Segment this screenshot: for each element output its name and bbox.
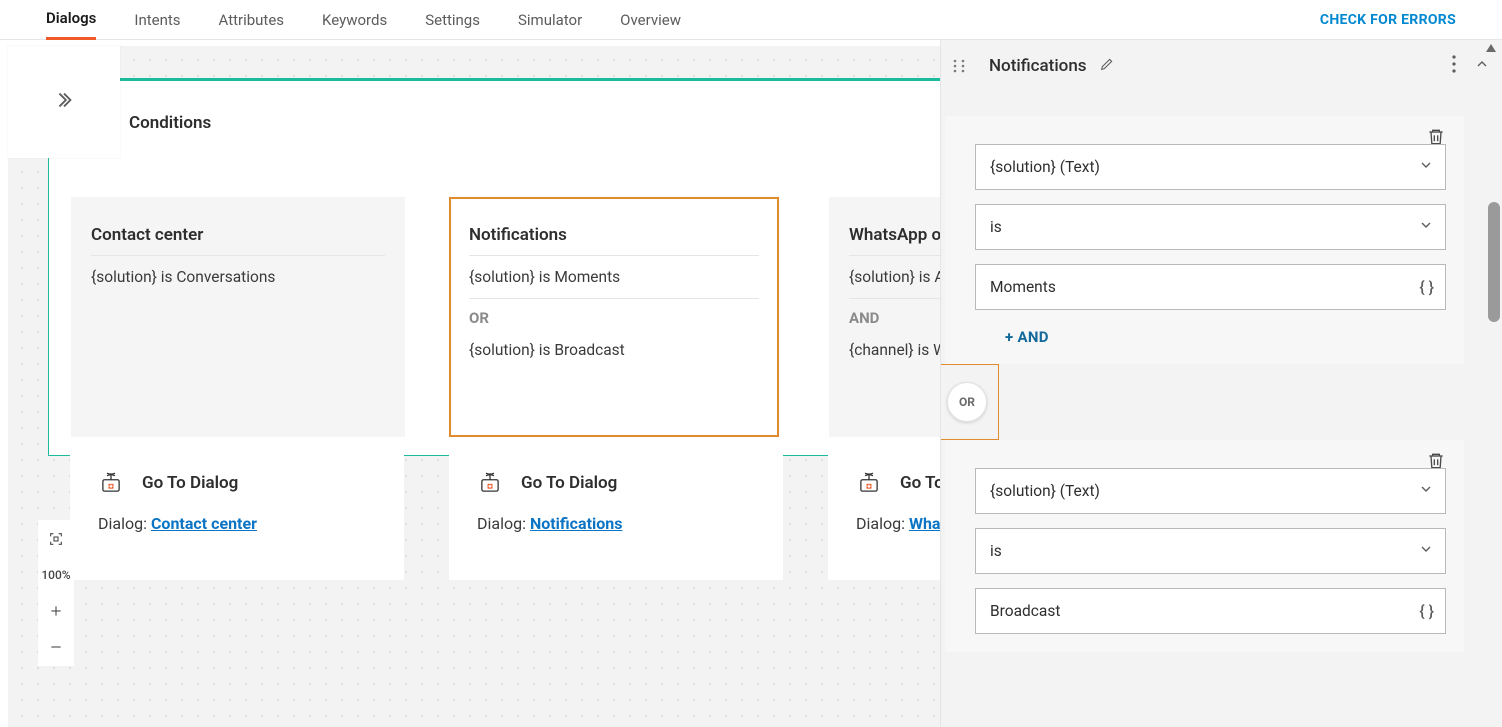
or-badge: OR xyxy=(947,382,987,422)
attribute-select[interactable]: {solution} (Text) xyxy=(975,468,1446,514)
goto-label: Dialog: xyxy=(856,514,905,533)
condition-operator: OR xyxy=(469,299,759,329)
chevron-down-icon xyxy=(1418,541,1434,561)
edit-title-button[interactable] xyxy=(1099,56,1115,76)
or-separator: OR xyxy=(941,364,1464,440)
tab-simulator[interactable]: Simulator xyxy=(518,0,582,40)
goto-line: Dialog: Contact center xyxy=(98,514,376,533)
sidebar-body[interactable]: {solution} (Text) is Moments { } + AND O… xyxy=(941,92,1502,727)
attribute-select[interactable]: {solution} (Text) xyxy=(975,144,1446,190)
rule-card: {solution} (Text) is Moments { } + AND xyxy=(945,116,1464,364)
goto-dialog-card[interactable]: Go To Dialog Dialog: Notifications xyxy=(449,446,783,580)
add-and-button[interactable]: + AND xyxy=(1005,328,1049,346)
scroll-up-icon xyxy=(1486,44,1496,52)
goto-heading-label: Go To Dialog xyxy=(521,473,617,493)
chevron-down-icon xyxy=(1418,157,1434,177)
bot-icon xyxy=(856,470,882,496)
value-input[interactable]: Broadcast { } xyxy=(975,588,1446,634)
condition-card-title: Contact center xyxy=(91,225,385,256)
scroll-thumb[interactable] xyxy=(1488,202,1500,322)
zoom-in-button[interactable] xyxy=(39,593,73,629)
condition-card-title: Notifications xyxy=(469,225,759,256)
tab-settings[interactable]: Settings xyxy=(425,0,480,40)
goto-heading-label: Go To Dialog xyxy=(142,473,238,493)
tab-dialogs[interactable]: Dialogs xyxy=(46,0,96,40)
chevron-down-icon xyxy=(1418,481,1434,501)
conditions-container[interactable]: Conditions Contact center {solution} is … xyxy=(48,78,948,456)
goto-link[interactable]: Wha xyxy=(909,514,941,533)
chevron-down-icon xyxy=(1418,217,1434,237)
goto-dialog-card[interactable]: Go To Dialog Dialog: Contact center xyxy=(70,446,404,580)
condition-card-selected[interactable]: Notifications {solution} is Moments OR {… xyxy=(449,197,779,437)
check-for-errors-button[interactable]: CHECK FOR ERRORS xyxy=(1320,12,1456,28)
value-input-text: Moments xyxy=(975,264,1446,310)
more-options-button[interactable] xyxy=(1452,55,1456,77)
goto-label: Dialog: xyxy=(477,514,526,533)
value-input[interactable]: Moments { } xyxy=(975,264,1446,310)
bot-icon xyxy=(477,470,503,496)
drag-handle-icon[interactable] xyxy=(945,58,973,74)
zoom-out-button[interactable] xyxy=(39,629,73,665)
fit-to-screen-button[interactable] xyxy=(39,521,73,557)
chevron-double-right-icon xyxy=(53,89,75,115)
bot-icon xyxy=(98,470,124,496)
goto-link[interactable]: Contact center xyxy=(151,514,257,533)
tab-keywords[interactable]: Keywords xyxy=(322,0,387,40)
goto-link[interactable]: Notifications xyxy=(530,514,623,533)
goto-line: Dialog: Notifications xyxy=(477,514,755,533)
zoom-percent: 100% xyxy=(39,557,73,593)
expand-side-panel-button[interactable] xyxy=(8,46,120,158)
goto-heading: Go To Dialog xyxy=(98,470,376,496)
tabs-bar: Dialogs Intents Attributes Keywords Sett… xyxy=(0,0,1502,40)
operator-select-value: is xyxy=(975,528,1446,574)
conditions-title: Conditions xyxy=(129,113,211,133)
page-scrollbar[interactable] xyxy=(1480,40,1502,727)
or-badge-frame[interactable]: OR xyxy=(941,364,999,440)
tabs-list: Dialogs Intents Attributes Keywords Sett… xyxy=(46,0,681,40)
condition-line: {solution} is Moments xyxy=(469,256,759,299)
attribute-select-value: {solution} (Text) xyxy=(975,468,1446,514)
tab-intents[interactable]: Intents xyxy=(134,0,180,40)
sidebar-header: Notifications xyxy=(941,40,1502,92)
condition-line: {solution} is Conversations xyxy=(91,256,385,298)
tab-attributes[interactable]: Attributes xyxy=(219,0,285,40)
value-input-text: Broadcast xyxy=(975,588,1446,634)
operator-select-value: is xyxy=(975,204,1446,250)
attribute-select-value: {solution} (Text) xyxy=(975,144,1446,190)
operator-select[interactable]: is xyxy=(975,204,1446,250)
operator-select[interactable]: is xyxy=(975,528,1446,574)
tab-overview[interactable]: Overview xyxy=(620,0,681,40)
goto-label: Dialog: xyxy=(98,514,147,533)
rule-card: {solution} (Text) is Broadcast { } xyxy=(945,440,1464,652)
zoom-controls: 100% xyxy=(38,520,74,666)
braces-icon[interactable]: { } xyxy=(1419,602,1434,621)
goto-heading: Go To Dialog xyxy=(477,470,755,496)
details-sidebar: Notifications {solution} (Text) is xyxy=(940,40,1502,727)
condition-line: {solution} is Broadcast xyxy=(469,329,759,371)
sidebar-title: Notifications xyxy=(989,56,1087,76)
braces-icon[interactable]: { } xyxy=(1419,278,1434,297)
condition-card[interactable]: Contact center {solution} is Conversatio… xyxy=(71,197,405,437)
